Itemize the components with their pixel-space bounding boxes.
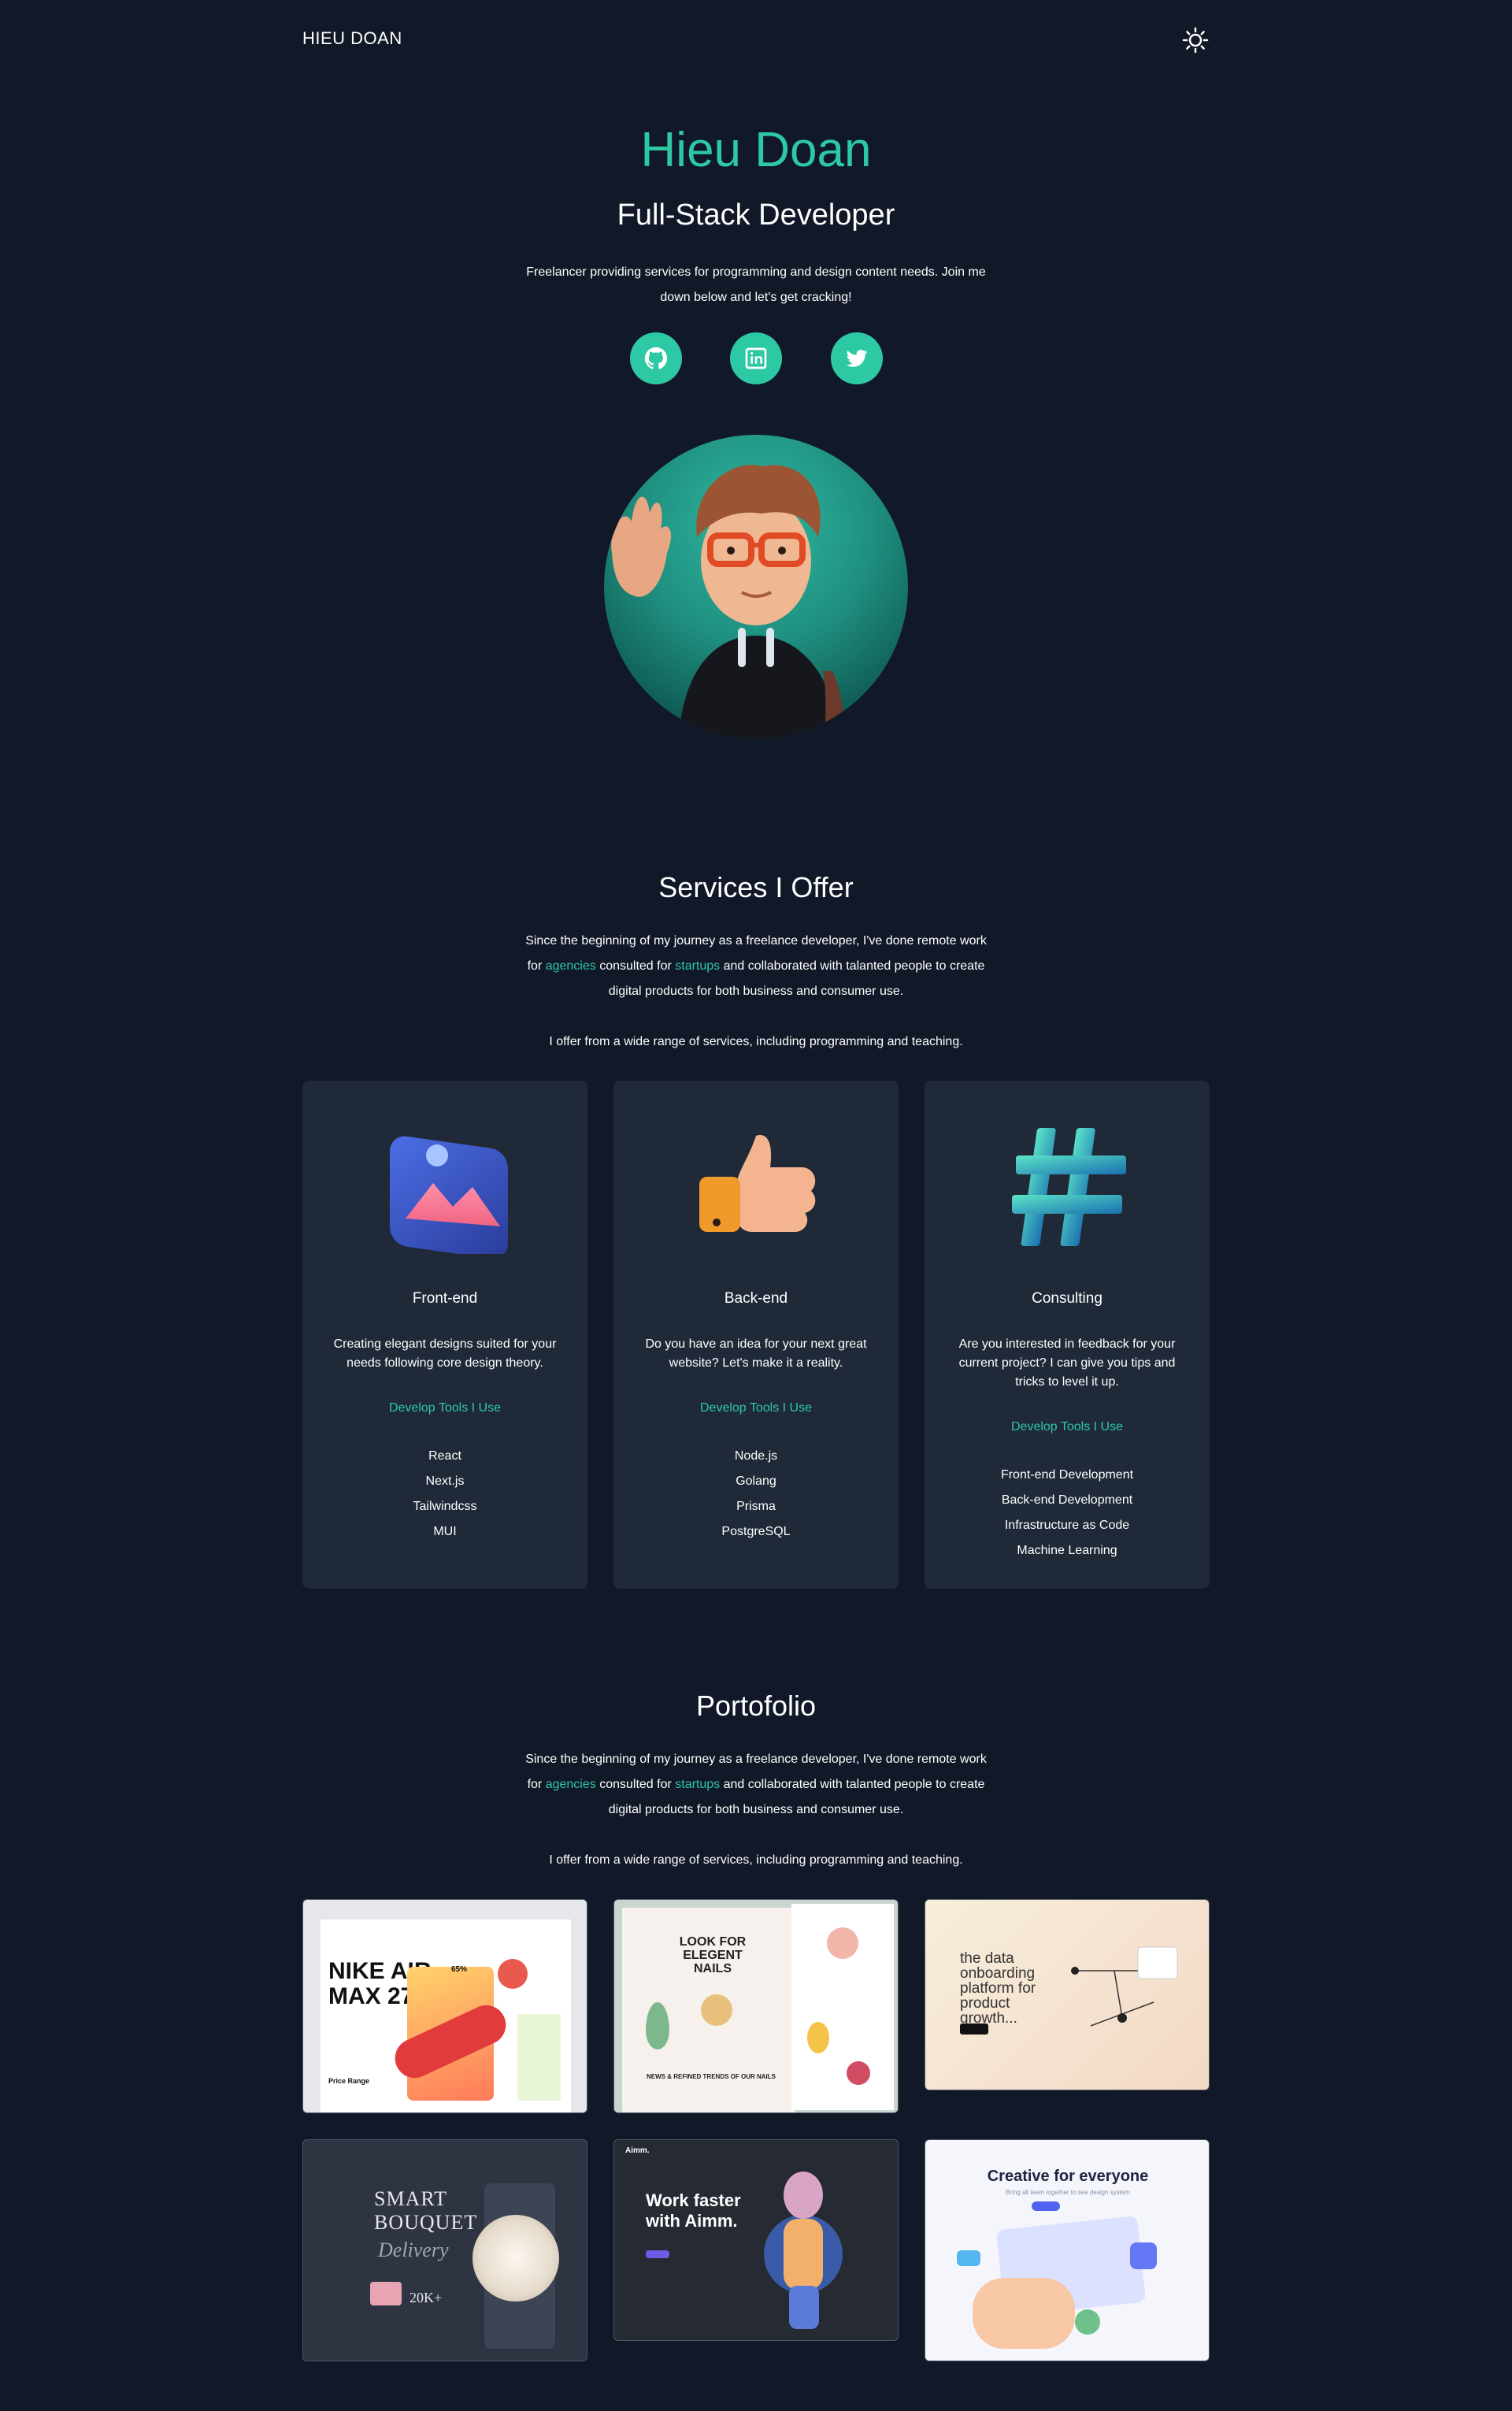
list-item: MUI	[433, 1525, 457, 1538]
thumbs-up-icon	[699, 1135, 816, 1232]
tool-list: Front-end Development Back-end Developme…	[925, 1463, 1210, 1563]
portfolio-intro-text-2: consulted for	[595, 1778, 676, 1791]
hashtag-icon	[1012, 1128, 1126, 1246]
linkedin-link[interactable]	[730, 332, 782, 384]
portfolio-item-data-platform[interactable]: the data onboarding platform for product…	[925, 1899, 1210, 2090]
card-subtitle: Develop Tools I Use	[1011, 1420, 1123, 1434]
brand-logo[interactable]: HIEU DOAN	[302, 28, 402, 49]
portfolio-item-aimm[interactable]: Aimm. Work faster with Aimm.	[613, 2139, 899, 2341]
portfolio-item-bouquet[interactable]: SMART BOUQUET Delivery 20K+	[302, 2139, 587, 2361]
list-item: React	[428, 1449, 461, 1463]
stat-badge: 20K+	[410, 2290, 443, 2305]
linkedin-icon	[745, 347, 767, 369]
project-logo: Aimm.	[625, 2146, 650, 2155]
services-intro: Since the beginning of my journey as a f…	[520, 929, 992, 1004]
card-description: Do you have an idea for your next great …	[645, 1337, 867, 1370]
card-subtitle: Develop Tools I Use	[389, 1401, 501, 1415]
card-title: Back-end	[724, 1290, 788, 1307]
card-description: Creating elegant designs suited for your…	[333, 1337, 557, 1370]
project-headline: the data onboarding platform for product…	[960, 1950, 1036, 2027]
services-title: Services I Offer	[658, 871, 854, 903]
portfolio-item-creative[interactable]: Creative for everyone Bring all team tog…	[925, 2139, 1210, 2361]
flow-diagram	[1071, 1946, 1178, 2027]
card-subtitle: Develop Tools I Use	[700, 1401, 812, 1415]
github-link[interactable]	[630, 332, 682, 384]
services-intro-line2: I offer from a wide range of services, i…	[549, 1035, 963, 1048]
portfolio-item-nails[interactable]: LOOK FOR ELEGENT NAILS NEWS & REFINED TR…	[613, 1899, 899, 2113]
agencies-link[interactable]: agencies	[546, 959, 596, 973]
avatar	[604, 435, 908, 739]
list-item: Node.js	[734, 1449, 778, 1463]
portfolio-title: Portofolio	[695, 1690, 817, 1722]
portfolio-intro: Since the beginning of my journey as a f…	[520, 1747, 992, 1823]
avatar-illustration	[611, 465, 844, 739]
card-description: Are you interested in feedback for your …	[958, 1337, 1176, 1389]
project-sub: Price Range	[328, 2077, 370, 2085]
list-item: Front-end Development	[1000, 1468, 1134, 1482]
service-card-backend: Back-end Do you have an idea for your ne…	[613, 1081, 899, 1589]
list-item: Tailwindcss	[413, 1500, 477, 1513]
service-card-consulting: Consulting Are you interested in feedbac…	[925, 1081, 1210, 1589]
card-title: Consulting	[1032, 1290, 1102, 1307]
hero-role: Full-Stack Developer	[617, 198, 895, 232]
card-title: Front-end	[412, 1290, 478, 1307]
portfolio-intro-line2: I offer from a wide range of services, i…	[549, 1853, 963, 1867]
github-icon	[644, 347, 668, 369]
list-item: Golang	[736, 1474, 776, 1488]
project-headline: SMART BOUQUET	[374, 2187, 478, 2234]
project-sub: Bring all team together to see design sy…	[1006, 2189, 1130, 2196]
portfolio-item-nike[interactable]: NIKE AIR MAX 270 65% Price Range	[302, 1899, 587, 2113]
hero-description: Freelancer providing services for progra…	[526, 265, 986, 304]
startups-link[interactable]: startups	[675, 1778, 720, 1791]
theme-toggle-button[interactable]	[1181, 26, 1210, 54]
agencies-link[interactable]: agencies	[546, 1778, 596, 1791]
list-item: Machine Learning	[1017, 1544, 1117, 1557]
list-item: Next.js	[425, 1474, 465, 1488]
hero-name: Hieu Doan	[640, 123, 872, 177]
tool-list: React Next.js Tailwindcss MUI	[302, 1444, 587, 1545]
discount-badge: 65%	[451, 1965, 468, 1974]
image-icon	[390, 1136, 508, 1254]
twitter-link[interactable]	[831, 332, 883, 384]
project-sub: Delivery	[378, 2239, 449, 2261]
project-headline: Work faster with Aimm.	[646, 2190, 741, 2231]
tool-list: Node.js Golang Prisma PostgreSQL	[613, 1444, 899, 1545]
service-card-frontend: Front-end Creating elegant designs suite…	[302, 1081, 587, 1589]
project-headline: Creative for everyone	[987, 2168, 1149, 2185]
startups-link[interactable]: startups	[675, 959, 720, 973]
sun-icon	[1182, 27, 1209, 54]
services-intro-text-2: consulted for	[595, 959, 676, 973]
project-sub: NEWS & REFINED TRENDS OF OUR NAILS	[646, 2073, 776, 2080]
project-headline: LOOK FOR ELEGENT NAILS	[679, 1935, 747, 1975]
list-item: Back-end Development	[1001, 1493, 1133, 1507]
twitter-icon	[846, 350, 868, 367]
list-item: Infrastructure as Code	[1004, 1519, 1130, 1532]
list-item: PostgreSQL	[721, 1525, 791, 1538]
list-item: Prisma	[736, 1500, 776, 1513]
